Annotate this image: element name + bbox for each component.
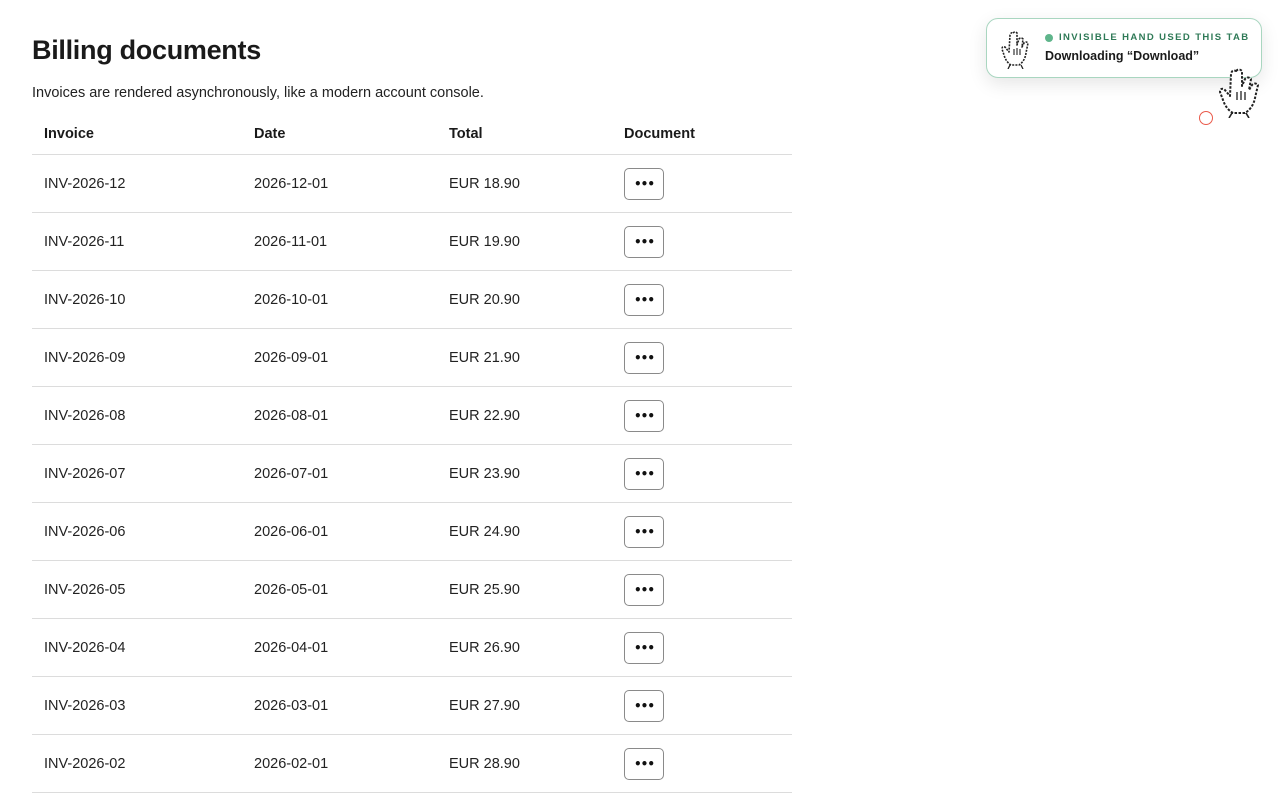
table-header: Invoice Date Total Document [32,114,792,155]
document-cell: ••• [612,502,792,561]
invoice-total: EUR 20.90 [437,270,612,329]
invoice-id: INV-2026-10 [32,270,242,329]
invoice-id: INV-2026-08 [32,386,242,445]
column-header-invoice: Invoice [32,114,242,155]
invoice-date: 2026-09-01 [242,328,437,387]
invoice-total: EUR 23.90 [437,444,612,503]
column-header-document: Document [612,114,792,155]
document-menu-button[interactable]: ••• [624,573,664,606]
invoice-date: 2026-11-01 [242,212,437,271]
table-row: INV-2026-12 2026-12-01 EUR 18.90 ••• [32,154,792,213]
invoice-date: 2026-12-01 [242,154,437,213]
invoice-date: 2026-05-01 [242,560,437,619]
invoice-total: EUR 18.90 [437,154,612,213]
hand-cursor-icon [1219,68,1259,118]
document-cell: ••• [612,676,792,735]
invoice-id: INV-2026-03 [32,676,242,735]
table-body: INV-2026-12 2026-12-01 EUR 18.90 ••• INV… [32,154,792,793]
toast-status: INVISIBLE HAND USED THIS TAB [1045,32,1250,43]
table-row: INV-2026-03 2026-03-01 EUR 27.90 ••• [32,676,792,735]
column-header-date: Date [242,114,437,155]
invoice-total: EUR 24.90 [437,502,612,561]
invoice-date: 2026-08-01 [242,386,437,445]
document-cell: ••• [612,328,792,387]
document-cell: ••• [612,734,792,793]
document-cell: ••• [612,154,792,213]
document-cell: ••• [612,560,792,619]
invoice-id: INV-2026-09 [32,328,242,387]
table-row: INV-2026-08 2026-08-01 EUR 22.90 ••• [32,386,792,445]
invoice-id: INV-2026-02 [32,734,242,793]
invoice-id: INV-2026-12 [32,154,242,213]
invoice-date: 2026-07-01 [242,444,437,503]
table-row: INV-2026-07 2026-07-01 EUR 23.90 ••• [32,444,792,503]
table-row: INV-2026-11 2026-11-01 EUR 19.90 ••• [32,212,792,271]
toast-status-text: INVISIBLE HAND USED THIS TAB [1059,32,1250,43]
table-row: INV-2026-10 2026-10-01 EUR 20.90 ••• [32,270,792,329]
invoice-total: EUR 26.90 [437,618,612,677]
invoices-table: Invoice Date Total Document INV-2026-12 … [32,114,792,793]
invoice-date: 2026-03-01 [242,676,437,735]
document-menu-button[interactable]: ••• [624,341,664,374]
toast-action-text: Downloading “Download” [1045,49,1200,63]
invoice-date: 2026-10-01 [242,270,437,329]
document-cell: ••• [612,386,792,445]
document-menu-button[interactable]: ••• [624,631,664,664]
table-row: INV-2026-02 2026-02-01 EUR 28.90 ••• [32,734,792,793]
invoice-date: 2026-06-01 [242,502,437,561]
main-content: Billing documents Invoices are rendered … [32,30,792,793]
document-menu-button[interactable]: ••• [624,747,664,780]
hand-cursor-icon [1001,31,1029,69]
document-menu-button[interactable]: ••• [624,457,664,490]
invoice-total: EUR 25.90 [437,560,612,619]
invoice-id: INV-2026-07 [32,444,242,503]
page: Billing documents Invoices are rendered … [0,0,1280,800]
document-cell: ••• [612,270,792,329]
invoice-total: EUR 19.90 [437,212,612,271]
status-dot-icon [1045,33,1053,42]
invoice-total: EUR 27.90 [437,676,612,735]
page-subtitle: Invoices are rendered asynchronously, li… [32,85,484,101]
invoice-total: EUR 21.90 [437,328,612,387]
click-indicator [1199,111,1213,125]
invoice-date: 2026-04-01 [242,618,437,677]
table-row: INV-2026-05 2026-05-01 EUR 25.90 ••• [32,560,792,619]
table-row: INV-2026-04 2026-04-01 EUR 26.90 ••• [32,618,792,677]
invoice-id: INV-2026-11 [32,212,242,271]
document-menu-button[interactable]: ••• [624,515,664,548]
table-row: INV-2026-09 2026-09-01 EUR 21.90 ••• [32,328,792,387]
document-menu-button[interactable]: ••• [624,225,664,258]
document-menu-button[interactable]: ••• [624,283,664,316]
document-menu-button[interactable]: ••• [624,399,664,432]
invoice-id: INV-2026-05 [32,560,242,619]
invoice-date: 2026-02-01 [242,734,437,793]
table-row: INV-2026-06 2026-06-01 EUR 24.90 ••• [32,502,792,561]
document-cell: ••• [612,618,792,677]
invoice-id: INV-2026-04 [32,618,242,677]
document-menu-button[interactable]: ••• [624,689,664,722]
document-cell: ••• [612,212,792,271]
invoice-total: EUR 22.90 [437,386,612,445]
invoice-total: EUR 28.90 [437,734,612,793]
document-cell: ••• [612,444,792,503]
page-title: Billing documents [32,35,261,65]
document-menu-button[interactable]: ••• [624,167,664,200]
column-header-total: Total [437,114,612,155]
table-header-row: Invoice Date Total Document [32,114,792,155]
invoice-id: INV-2026-06 [32,502,242,561]
